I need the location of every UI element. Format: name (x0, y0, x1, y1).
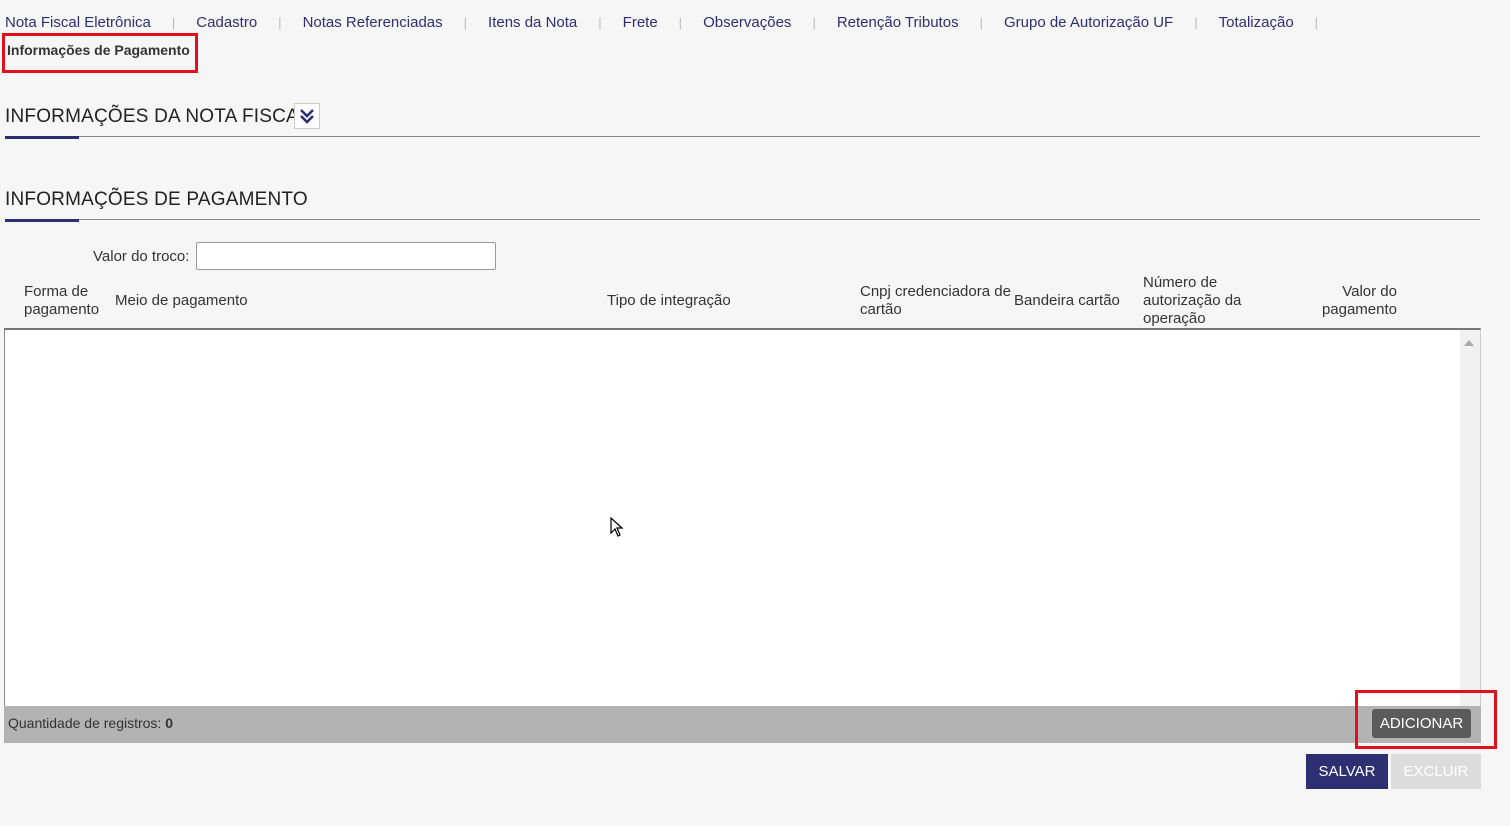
tab-nota-fiscal-eletronica[interactable]: Nota Fiscal Eletrônica | (5, 12, 196, 32)
expand-section-button[interactable] (294, 103, 320, 129)
header-line: Cnpj credenciadora de (860, 283, 1011, 300)
header-line: pagamento (24, 301, 100, 318)
tab-separator: | (463, 14, 468, 30)
section-divider (5, 136, 1480, 137)
header-line: Número de (1143, 274, 1218, 291)
tab-separator: | (812, 14, 816, 30)
record-count-label: Quantidade de registros: (8, 715, 162, 731)
add-button[interactable]: ADICIONAR (1372, 709, 1471, 738)
tab-notas-referenciadas[interactable]: Notas Referenciadas | (303, 12, 488, 32)
record-count: Quantidade de registros: 0 (8, 715, 173, 731)
header-line: autorização da (1143, 292, 1242, 309)
header-line: Tipo de integração (607, 292, 731, 309)
tab-itens-da-nota[interactable]: Itens da Nota | (488, 12, 623, 32)
tab-separator: | (1314, 14, 1319, 30)
column-header-valor-pagamento[interactable]: Valor do pagamento (1321, 283, 1397, 319)
grid-scrollbar[interactable] (1460, 330, 1480, 706)
header-line: Forma de (24, 283, 89, 300)
header-line: Meio de pagamento (115, 292, 248, 309)
grid-footer: Quantidade de registros: 0 (4, 706, 1481, 743)
tab-label: Totalização (1218, 13, 1294, 31)
header-line: Bandeira cartão (1014, 292, 1120, 309)
tab-totalizacao[interactable]: Totalização | (1219, 12, 1339, 32)
tab-retencao-tributos[interactable]: Retenção Tributos | (837, 12, 1004, 32)
scroll-up-arrow-icon[interactable] (1464, 340, 1474, 346)
header-line: Valor do (1342, 283, 1397, 300)
tab-separator: | (171, 14, 176, 30)
header-line: operação (1143, 310, 1206, 327)
valor-troco-input[interactable] (196, 242, 496, 270)
record-count-value: 0 (165, 715, 174, 731)
column-header-meio-pagamento[interactable]: Meio de pagamento (115, 292, 248, 310)
active-tab-label: Informações de Pagamento (7, 42, 190, 58)
header-line: cartão (860, 301, 902, 318)
tab-label: Notas Referenciadas (302, 13, 443, 31)
header-line: pagamento (1321, 301, 1397, 318)
tab-separator: | (678, 14, 683, 30)
payments-grid (4, 328, 1481, 706)
tab-separator: | (1194, 14, 1198, 30)
valor-troco-label: Valor do troco: (93, 248, 190, 265)
tab-label: Retenção Tributos (836, 13, 959, 31)
double-chevron-down-icon (300, 109, 314, 124)
save-button[interactable]: SALVAR (1306, 754, 1388, 789)
tab-label: Itens da Nota (488, 13, 578, 31)
column-header-tipo-integracao[interactable]: Tipo de integração (607, 292, 731, 310)
tab-separator: | (979, 14, 983, 30)
section-divider (5, 219, 1480, 220)
section-accent (5, 136, 79, 139)
section-title-pagamento: INFORMAÇÕES DE PAGAMENTO (5, 189, 308, 210)
tab-label: Observações (703, 13, 792, 31)
column-header-bandeira-cartao[interactable]: Bandeira cartão (1014, 292, 1120, 310)
tab-label: Frete (622, 13, 658, 31)
tab-cadastro[interactable]: Cadastro | (196, 12, 302, 32)
tab-separator: | (278, 14, 282, 30)
tab-label: Nota Fiscal Eletrônica (5, 13, 151, 31)
column-header-cnpj-credenciadora[interactable]: Cnpj credenciadora de cartão (860, 283, 1011, 319)
tab-separator: | (598, 14, 602, 30)
mouse-cursor-icon (610, 517, 624, 537)
section-title-nota-fiscal: INFORMAÇÕES DA NOTA FISCAL (5, 106, 310, 127)
tab-informacoes-de-pagamento[interactable]: Informações de Pagamento (2, 33, 198, 73)
tab-bar: Nota Fiscal Eletrônica | Cadastro | Notas … (5, 12, 1485, 32)
tab-observacoes[interactable]: Observações | (703, 12, 837, 32)
tab-label: Cadastro (196, 13, 258, 31)
tab-frete[interactable]: Frete | (623, 12, 703, 32)
delete-button: EXCLUIR (1391, 754, 1481, 789)
column-header-numero-autorizacao[interactable]: Número de autorização da operação (1143, 274, 1241, 328)
section-accent (5, 219, 79, 222)
column-header-forma-pagamento[interactable]: Forma de pagamento (24, 283, 99, 319)
tab-label: Grupo de Autorização UF (1003, 13, 1174, 31)
tab-grupo-autorizacao-uf[interactable]: Grupo de Autorização UF | (1004, 12, 1219, 32)
